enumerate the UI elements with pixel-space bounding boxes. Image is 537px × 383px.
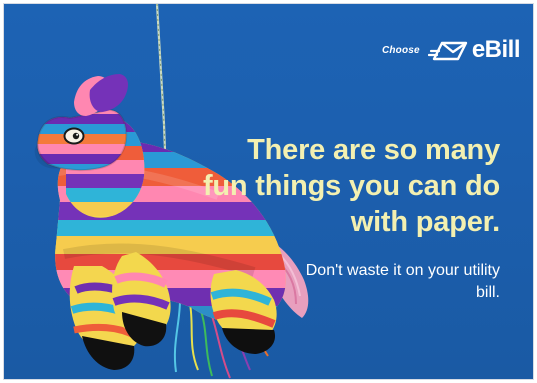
ebill-ad-banner: Choose eBill There are so many fun thing… (3, 3, 534, 380)
headline: There are so many fun things you can do … (202, 134, 500, 238)
logo-choose-label: Choose (381, 44, 420, 56)
logo-ebill-wordmark: eBill (471, 36, 521, 63)
pinata-eye (63, 127, 85, 145)
choose-ebill-logo: Choose eBill (381, 36, 521, 63)
pinata-ears (74, 74, 128, 116)
page: Choose eBill There are so many fun thing… (0, 0, 537, 383)
envelope-icon (427, 37, 472, 63)
subline: Don't waste it on your utility bill. (305, 262, 500, 301)
